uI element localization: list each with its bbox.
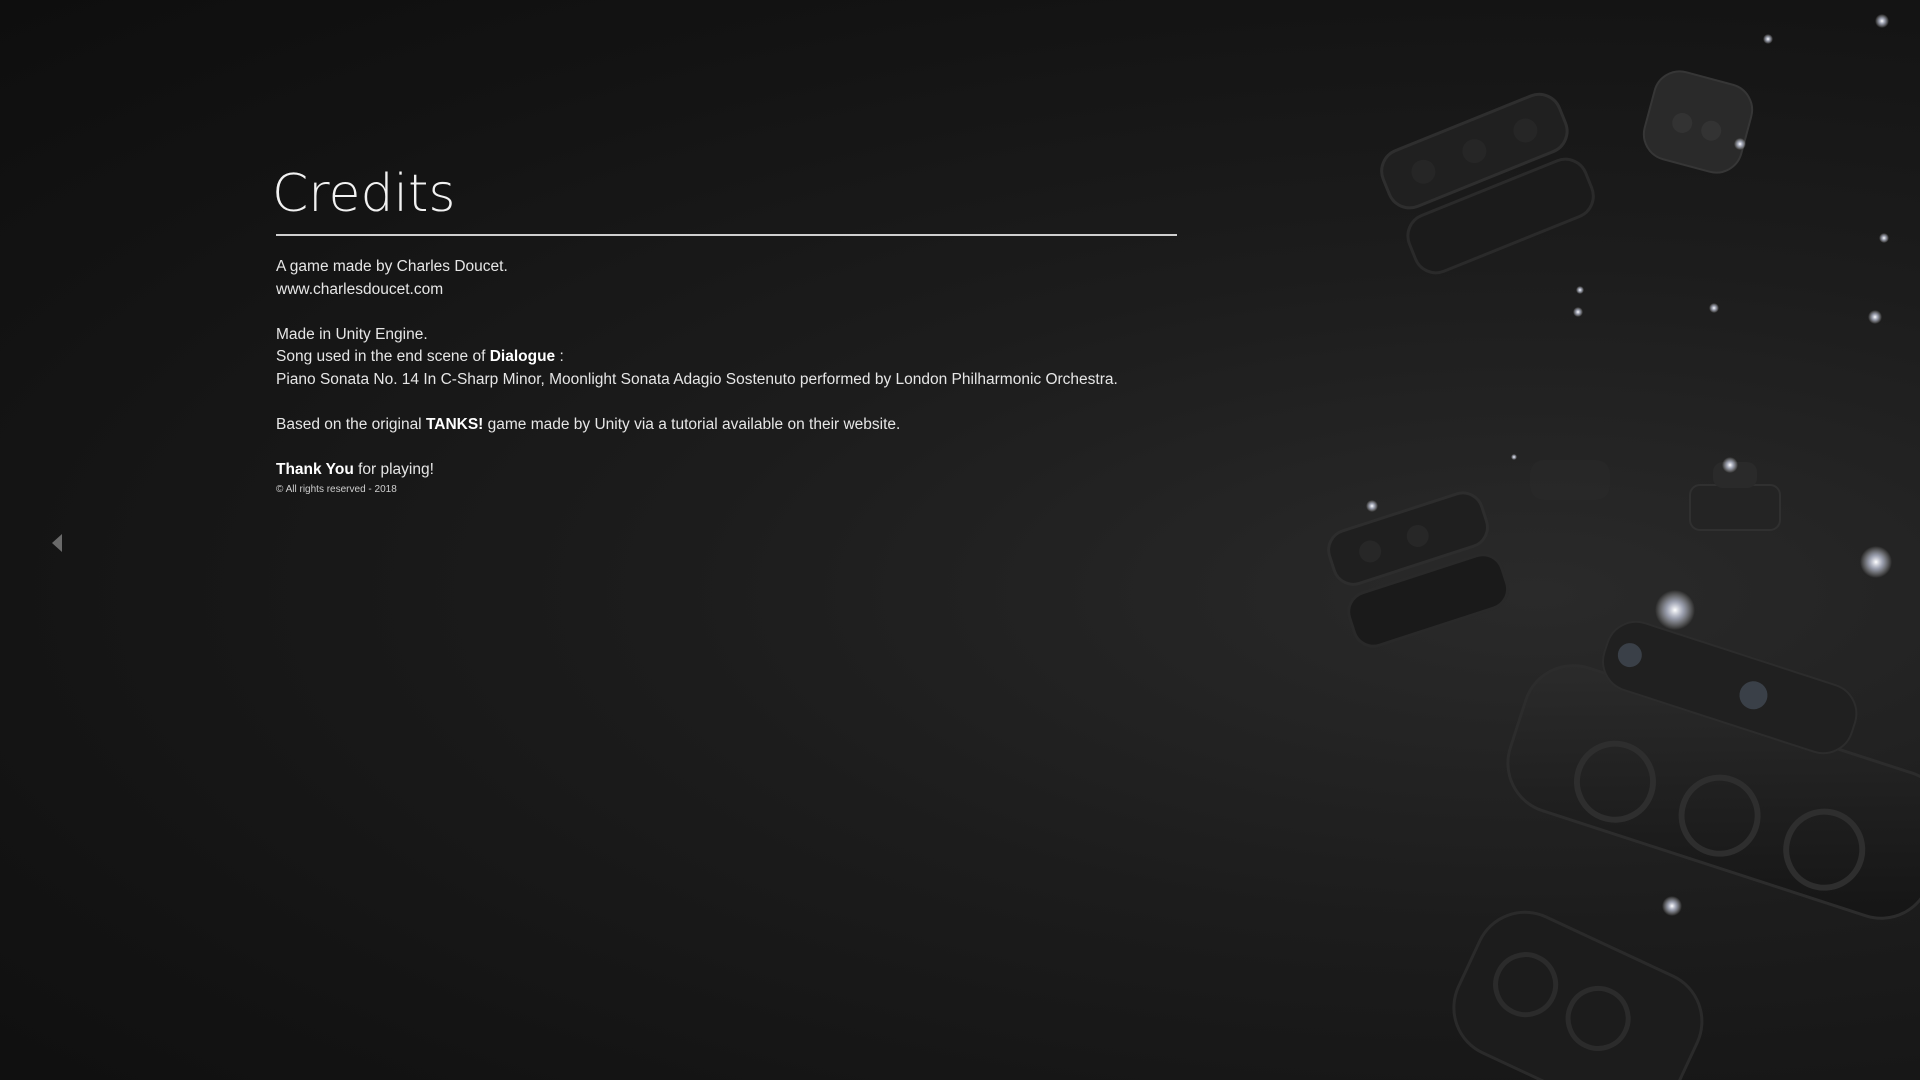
song-prefix: Song used in the end scene of (276, 348, 490, 365)
back-arrow-icon[interactable] (50, 532, 64, 554)
credits-screen: Credits A game made by Charles Doucet. w… (0, 0, 1920, 1080)
thanks-rest: for playing! (353, 460, 434, 478)
credits-title: Credits (272, 164, 456, 224)
song-scene-name: Dialogue (489, 348, 556, 365)
floating-tank-track (1327, 491, 1510, 648)
thanks-bold: Thank You (276, 460, 354, 478)
credit-website-line: www.charlesdoucet.com (276, 280, 444, 298)
floating-tank-bottom (1452, 910, 1704, 1080)
based-prefix: Based on the original (276, 415, 426, 433)
credit-based-on-line: Based on the original TANKS! game made b… (276, 414, 1177, 437)
copyright-text: © All rights reserved - 2018 (276, 484, 397, 495)
floating-tank-large (1506, 620, 1920, 920)
credit-author-line: A game made by Charles Doucet. (276, 258, 508, 275)
credits-body: A game made by Charles Doucet. www.charl… (276, 256, 1177, 499)
credit-song-title-line: Piano Sonata No. 14 In C-Sharp Minor, Mo… (276, 370, 1118, 388)
floating-tank-small (1689, 462, 1781, 531)
based-game-name: TANKS! (425, 415, 484, 433)
based-suffix: game made by Unity via a tutorial availa… (483, 415, 901, 433)
floating-tank-distant (1530, 460, 1610, 500)
credit-thanks-line: Thank You for playing! (276, 459, 1177, 482)
title-divider (276, 234, 1177, 236)
credit-engine-line: Made in Unity Engine. (276, 325, 428, 343)
floating-tank-track (1380, 92, 1595, 275)
credits-panel: Credits A game made by Charles Doucet. w… (272, 160, 1177, 499)
song-suffix: : (555, 348, 564, 365)
credit-song-line: Song used in the end scene of Dialogue : (276, 346, 1177, 369)
floating-tank-turret (1642, 70, 1754, 174)
